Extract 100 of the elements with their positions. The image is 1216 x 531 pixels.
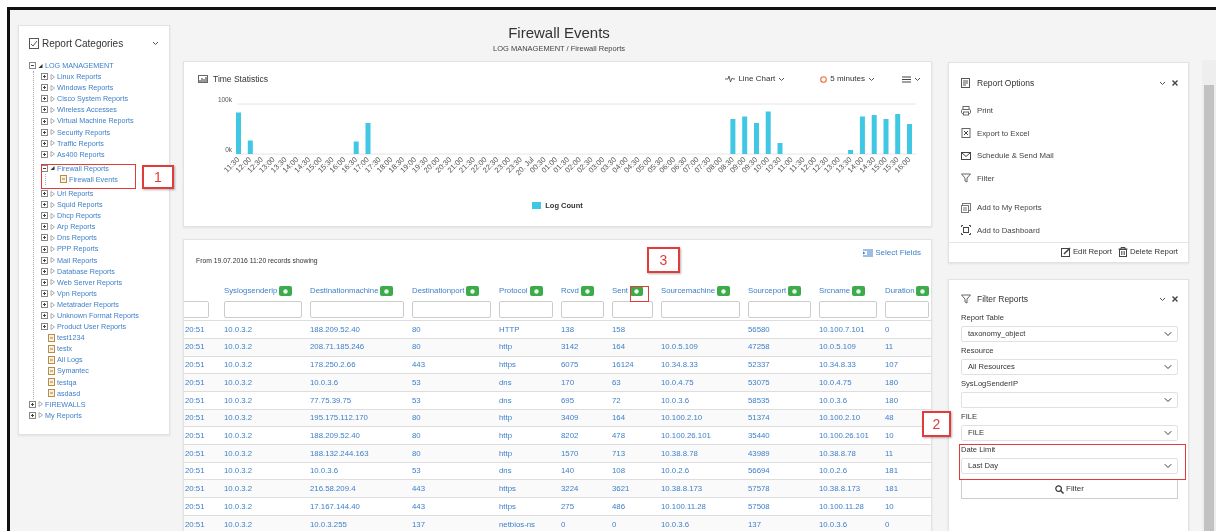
annotation-label: 3 [647,247,680,273]
expand-icon[interactable] [29,411,36,419]
expand-icon[interactable] [41,201,48,209]
chart-bar [883,119,889,155]
expand-icon[interactable] [41,323,48,331]
expand-icon[interactable] [29,400,36,408]
expand-icon[interactable] [41,212,48,220]
column-options-button[interactable] [630,286,644,297]
column-options-button[interactable] [852,286,866,297]
triangle-down-icon [38,62,43,69]
chart-bar [777,143,783,155]
close-icon[interactable] [1172,80,1178,87]
chart-bar [247,140,253,155]
chart-bar [365,123,371,155]
menu-icon [902,75,911,83]
circle-icon [634,288,640,294]
expand-icon[interactable] [41,73,48,81]
chart-bar [859,116,865,155]
filter-field[interactable] [561,301,604,319]
funnel-icon [961,173,971,184]
expand-icon[interactable] [41,117,48,125]
expand-icon[interactable] [41,190,48,198]
envelope-icon [961,150,971,161]
legend-swatch [532,202,542,210]
chart-bar [848,150,854,155]
expand-icon[interactable] [41,234,48,242]
interval-dropdown[interactable]: 5 minutes [820,73,875,86]
search-icon [1055,484,1065,494]
chart-bar [871,115,877,155]
chart-bar [895,114,901,155]
panel-title: Report Categories [42,37,124,51]
chart-bar [730,119,736,155]
filter-field[interactable] [224,301,302,319]
filter-field[interactable] [310,301,404,319]
chart-type-dropdown[interactable]: Line Chart [725,73,786,86]
menu-button[interactable] [902,75,921,83]
expand-icon[interactable] [41,267,48,275]
expand-icon[interactable] [41,301,48,308]
expand-icon[interactable] [41,84,48,92]
column-options-button[interactable] [916,286,930,297]
filter-field[interactable] [819,301,877,319]
chart-bar [754,123,759,155]
filter-field[interactable] [184,301,209,319]
filter-field[interactable] [748,301,811,319]
expand-icon[interactable] [41,312,48,320]
scrollbar[interactable] [1202,60,1216,531]
trash-icon [1117,247,1128,258]
circle-icon [384,288,390,294]
select-field[interactable] [961,392,1178,408]
expand-icon[interactable] [41,256,48,264]
report-icon [48,378,55,387]
documents-icon [961,202,971,213]
collapse-icon[interactable] [29,62,36,70]
report-icon [48,356,55,364]
expand-icon[interactable] [41,128,48,136]
report-icon [60,175,67,184]
filter-button[interactable]: Filter [961,479,1178,499]
chart-bar [907,124,912,155]
chevron-down-icon[interactable] [152,41,159,46]
expand-icon[interactable] [41,106,48,114]
expand-icon[interactable] [41,278,48,286]
column-options-button[interactable] [788,286,802,297]
expand-icon[interactable] [41,139,48,147]
chevron-down-icon[interactable] [914,76,921,82]
circle-icon [920,288,926,294]
page-title: Firewall Events [507,24,611,42]
highlight-frame [630,286,650,303]
printer-icon [961,105,971,116]
column-options-button[interactable] [717,286,731,297]
column-options-button[interactable] [580,286,594,297]
expand-icon[interactable] [41,95,48,103]
chevron-down-icon[interactable] [868,76,875,82]
funnel-icon [961,294,971,304]
chevron-down-icon[interactable] [778,76,786,82]
chart-bar [765,111,771,155]
report-options-icon [961,78,971,89]
expand-icon[interactable] [41,223,48,231]
select-fields-link[interactable]: Select Fields [863,248,921,259]
column-options-button[interactable] [279,286,293,297]
annotation-label: 1 [142,164,174,189]
expand-icon[interactable] [41,245,48,253]
bar-chart-icon [198,75,208,84]
chevron-down-icon[interactable] [1159,296,1166,302]
expand-icon[interactable] [41,150,48,158]
card-title: Time Statistics [213,72,268,86]
column-options-button[interactable] [529,286,543,297]
filter-field[interactable] [612,301,653,319]
filter-field[interactable] [661,301,740,319]
close-icon[interactable] [1172,296,1178,302]
expand-icon[interactable] [41,289,48,297]
report-icon [29,38,39,49]
filter-field[interactable] [885,301,929,319]
collapse-icon[interactable] [41,164,48,172]
chevron-down-icon[interactable] [1159,80,1166,86]
column-options-button[interactable] [380,286,394,297]
pulse-icon [725,75,736,84]
column-options-button[interactable] [466,286,480,297]
triangle-down-icon [50,165,55,172]
filter-field[interactable] [499,301,553,319]
filter-field[interactable] [412,301,491,319]
